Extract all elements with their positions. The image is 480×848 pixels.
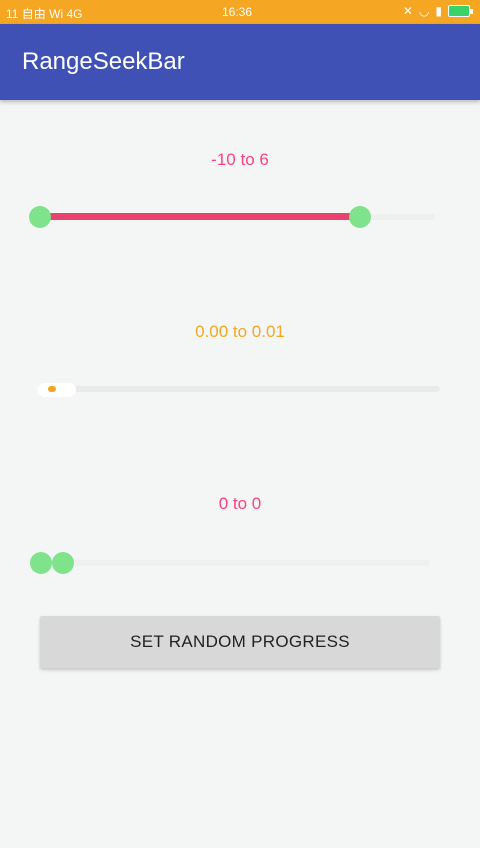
status-time: 16:36	[222, 5, 253, 19]
app-bar: RangeSeekBar	[0, 24, 480, 100]
seekbar-1-min-thumb[interactable]	[29, 206, 51, 228]
status-left: 11 自由 Wi 4G	[6, 5, 82, 22]
seekbar-3-max-thumb[interactable]	[52, 552, 74, 574]
seekbar-2-range	[48, 386, 56, 392]
seekbar-3-min-thumb[interactable]	[30, 552, 52, 574]
signal-icon: ✕	[402, 4, 413, 18]
seekbar-1-max-thumb[interactable]	[348, 206, 371, 228]
seekbar-2-track[interactable]	[40, 386, 440, 392]
set-random-progress-button[interactable]: SET RANDOM PROGRESS	[40, 616, 440, 668]
battery-icon	[448, 5, 473, 17]
seekbar-2-label: 0.00 to 0.01	[195, 322, 285, 341]
wifi-icon: ◡	[418, 4, 430, 18]
seekbar-1-range	[40, 213, 360, 220]
seekbar-1-label: -10 to 6	[211, 150, 269, 169]
app-title: RangeSeekBar	[22, 48, 185, 75]
cell-icon: ▮	[435, 4, 442, 18]
status-right: ✕ ◡ ▮	[402, 4, 473, 18]
status-text: 11 自由 Wi 4G	[6, 7, 83, 21]
status-bar: 11 自由 Wi 4G 16:36 ✕ ◡ ▮	[0, 0, 480, 24]
seekbar-3-label: 0 to 0	[218, 494, 262, 513]
seekbar-2-thumbs[interactable]	[38, 383, 76, 397]
seekbar-3-track[interactable]	[40, 560, 430, 566]
